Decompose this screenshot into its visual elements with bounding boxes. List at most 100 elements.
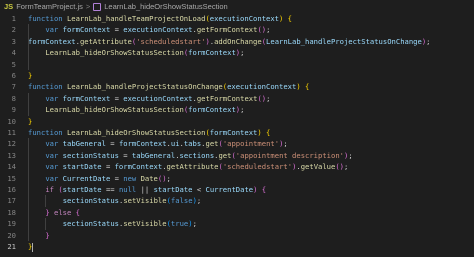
code-token: true	[170, 219, 189, 229]
code-token: new	[123, 173, 141, 183]
code-text: function LearnLab_handleTeamProjectOnLoa…	[28, 13, 292, 24]
code-line[interactable]: 9 LearnLab_hideOrShowStatusSection(formCo…	[0, 104, 474, 115]
code-token: function	[28, 128, 67, 137]
code-token: ()	[157, 173, 167, 183]
code-text: }	[28, 116, 32, 127]
code-line[interactable]: 15 var CurrentDate = new Date();	[0, 173, 474, 184]
code-token: addOnChange	[214, 36, 262, 46]
code-line[interactable]: 14 var startDate = formContext.getAttribu…	[0, 161, 474, 172]
code-token: ()	[257, 93, 267, 103]
code-token: formContext	[114, 162, 163, 172]
code-token: ;	[426, 36, 431, 46]
line-number: 9	[11, 105, 16, 115]
code-token: formContext	[188, 105, 236, 115]
code-token: false	[170, 196, 193, 206]
code-line[interactable]: 5	[0, 59, 474, 70]
line-number: 11	[7, 128, 16, 137]
line-number: 3	[11, 36, 16, 46]
code-token: }	[28, 116, 33, 126]
code-token: executionContext	[123, 25, 193, 35]
line-number: 14	[7, 162, 16, 172]
code-token: Date	[140, 173, 158, 183]
code-token: ;	[240, 48, 245, 58]
code-token: LearnLab_hideOrShowStatusSection	[45, 48, 184, 58]
code-text: var tabGeneral = formContext.ui.tabs.get…	[45, 138, 287, 149]
code-token: {	[283, 14, 292, 23]
code-line[interactable]: 8 var formContext = executionContext.getF…	[0, 93, 474, 104]
code-token: 'appointment description'	[235, 150, 344, 160]
code-token: =	[110, 25, 124, 35]
code-token: formContext	[62, 93, 111, 103]
code-token: function	[28, 14, 67, 23]
function-symbol-icon	[93, 2, 102, 11]
code-token: formContext	[209, 128, 258, 137]
code-line[interactable]: 10}	[0, 116, 474, 127]
code-line[interactable]: 3 formContext.getAttribute('scheduledstar…	[0, 36, 474, 47]
code-token: {	[300, 82, 310, 92]
code-token: ui	[170, 139, 180, 149]
code-token: null	[118, 185, 137, 194]
code-line[interactable]: 20}	[0, 230, 474, 241]
line-number: 19	[7, 219, 16, 229]
indent-guide	[28, 92, 29, 116]
code-text: } else {	[45, 207, 80, 218]
code-token: formContext	[188, 48, 236, 58]
code-line[interactable]: 16 if (startDate == null || startDate < C…	[0, 184, 474, 195]
code-token: ;	[266, 93, 271, 103]
text-cursor	[32, 242, 34, 252]
code-token: ;	[344, 162, 349, 172]
code-token: tabGeneral	[62, 139, 106, 149]
code-line[interactable]: 12 var tabGeneral = formContext.ui.tabs.g…	[0, 138, 474, 149]
code-token: {	[261, 128, 271, 137]
code-token: ||	[136, 185, 154, 194]
code-token: getAttribute	[79, 36, 132, 46]
code-token: tabGeneral	[131, 150, 176, 160]
line-number: 21	[7, 242, 16, 251]
code-token: <	[192, 185, 206, 194]
code-text: LearnLab_hideOrShowStatusSection(formCon…	[45, 104, 244, 115]
code-line[interactable]: 13 var sectionStatus = tabGeneral.section…	[0, 150, 474, 161]
code-token: LearnLab_hideOrShowStatusSection	[66, 128, 206, 137]
code-line[interactable]: 19 sectionStatus.setVisible(true);	[0, 218, 474, 229]
indent-guide	[28, 138, 29, 241]
code-token: ;	[283, 139, 288, 149]
line-number: 13	[7, 150, 16, 160]
code-token: get	[205, 139, 219, 149]
line-number: 8	[11, 93, 16, 103]
code-token: LearnLab_handleTeamProjectOnLoad	[66, 14, 206, 23]
code-text: sectionStatus.setVisible(false);	[63, 195, 202, 206]
code-token: =	[101, 162, 115, 172]
breadcrumb: JS FormTeamProject.js > LearnLab_hideOrS…	[0, 0, 474, 13]
code-token: sectionStatus	[62, 150, 119, 160]
code-line[interactable]: 1 function LearnLab_handleTeamProjectOnLo…	[0, 13, 474, 24]
code-line[interactable]: 11 function LearnLab_hideOrShowStatusSect…	[0, 127, 474, 138]
line-number: 12	[7, 139, 16, 149]
code-line[interactable]: 17 sectionStatus.setVisible(false);	[0, 195, 474, 206]
code-token: tabs	[183, 139, 202, 149]
code-token: startDate	[62, 162, 102, 172]
code-token: LearnLab_hideOrShowStatusSection	[45, 105, 184, 115]
code-token: ;	[266, 25, 271, 35]
code-token: ;	[348, 150, 353, 160]
code-line[interactable]: 2 var formContext = executionContext.getF…	[0, 24, 474, 35]
code-token: var	[45, 93, 63, 103]
line-number: 15	[7, 173, 16, 183]
code-token: ;	[166, 173, 171, 183]
code-line[interactable]: 21}	[0, 241, 474, 252]
code-line[interactable]: 7 function LearnLab_handleProjectStatusOn…	[0, 81, 474, 92]
code-line[interactable]: 6}	[0, 70, 474, 81]
line-number: 10	[7, 116, 16, 126]
code-token: var	[45, 173, 63, 183]
code-line[interactable]: 4 LearnLab_hideOrShowStatusSection(formCo…	[0, 47, 474, 58]
code-token: startDate	[62, 185, 102, 194]
code-token: ;	[192, 219, 197, 229]
code-text: sectionStatus.setVisible(true);	[63, 218, 197, 229]
code-editor[interactable]: 1 function LearnLab_handleTeamProjectOnLo…	[0, 13, 474, 257]
code-line[interactable]: 18} else {	[0, 207, 474, 218]
code-token: 'appointment'	[222, 139, 280, 149]
breadcrumb-file[interactable]: FormTeamProject.js	[16, 2, 83, 11]
breadcrumb-symbol[interactable]: LearnLab_hideOrShowStatusSection	[104, 2, 227, 11]
code-token: executionContext	[209, 14, 280, 23]
code-text: formContext.getAttribute('scheduledstart…	[28, 36, 430, 47]
code-token: getFormContext	[196, 93, 258, 103]
